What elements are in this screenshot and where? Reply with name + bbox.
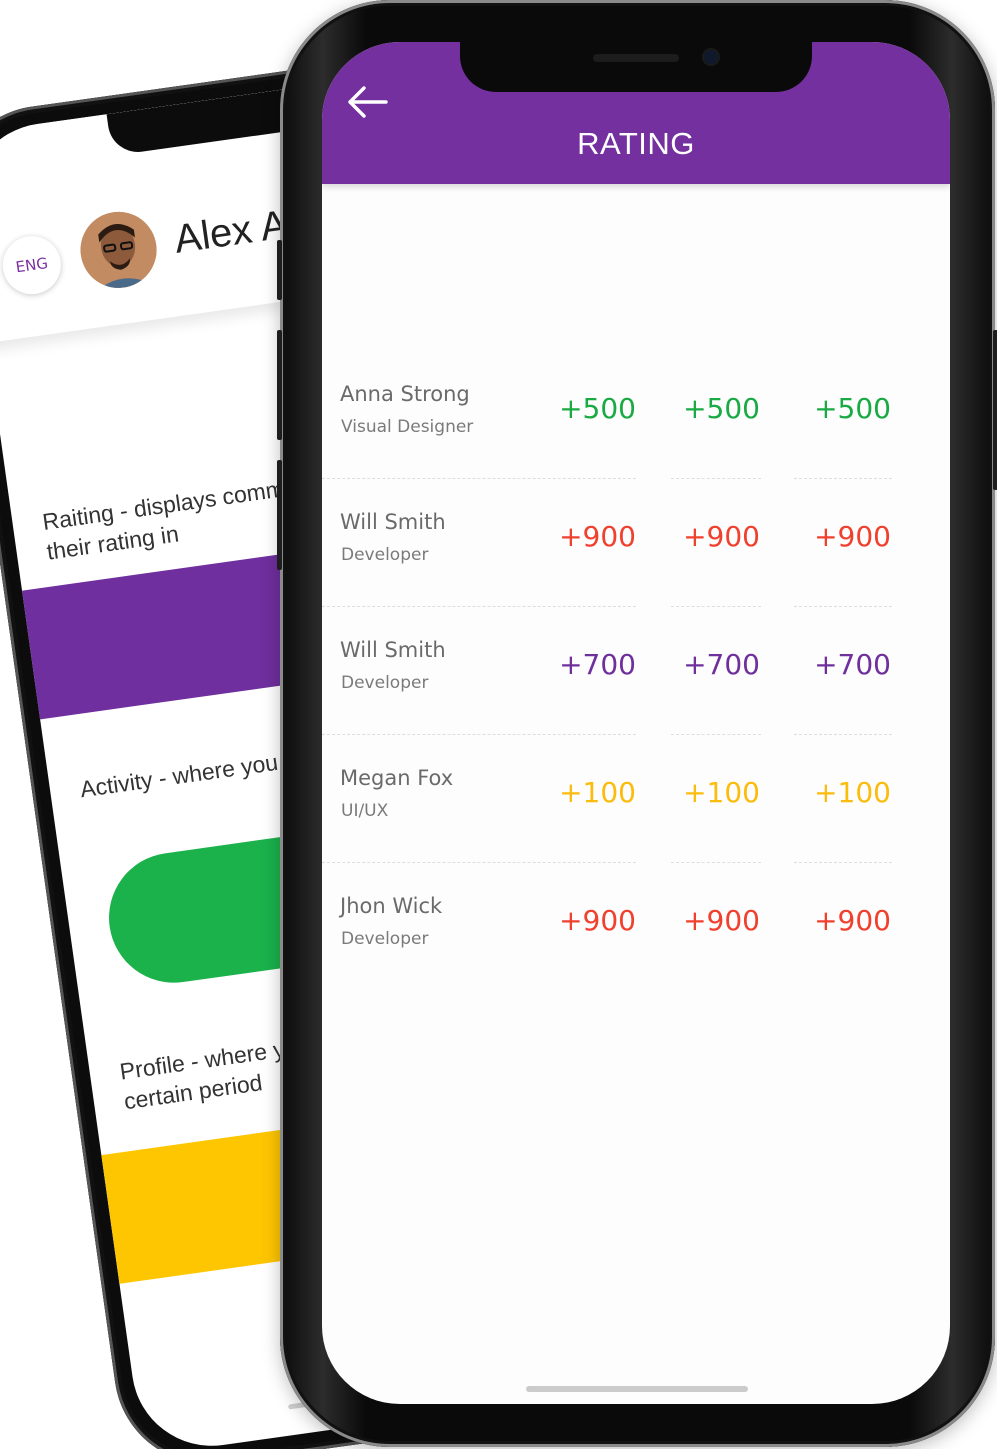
- speaker: [593, 54, 679, 62]
- score-1: +900: [559, 520, 636, 553]
- side-button: [277, 240, 282, 300]
- power-button: [993, 330, 997, 490]
- page-title: RATING: [577, 126, 695, 161]
- score-1: +500: [559, 392, 636, 425]
- score-2: +100: [683, 776, 760, 809]
- volume-up-button: [277, 330, 282, 440]
- person-role: Developer: [341, 929, 429, 949]
- table-row[interactable]: Will Smith Developer +900 +900 +900: [322, 466, 950, 607]
- arrow-left-icon[interactable]: [344, 82, 390, 122]
- person-role: Visual Designer: [341, 417, 474, 437]
- person-role: UI/UX: [341, 801, 389, 821]
- person-name: Jhon Wick: [340, 894, 443, 918]
- rating-list: Anna Strong Visual Designer +500 +500 +5…: [322, 338, 950, 978]
- front-phone: RATING Anna Strong Visual Designer +500 …: [277, 0, 997, 1447]
- score-2: +700: [683, 648, 760, 681]
- table-row[interactable]: Anna Strong Visual Designer +500 +500 +5…: [322, 338, 950, 479]
- camera-icon: [704, 50, 718, 64]
- score-2: +500: [683, 392, 760, 425]
- person-role: Developer: [341, 545, 429, 565]
- table-row[interactable]: Jhon Wick Developer +900 +900 +900: [322, 850, 950, 978]
- score-3: +900: [814, 520, 891, 553]
- person-role: Developer: [341, 673, 429, 693]
- score-2: +900: [683, 520, 760, 553]
- table-row[interactable]: Megan Fox UI/UX +100 +100 +100: [322, 722, 950, 863]
- score-3: +100: [814, 776, 891, 809]
- person-name: Will Smith: [340, 510, 446, 534]
- score-2: +900: [683, 904, 760, 937]
- score-3: +700: [814, 648, 891, 681]
- home-indicator[interactable]: [526, 1386, 748, 1392]
- language-badge[interactable]: ENG: [0, 232, 65, 298]
- notch: [460, 42, 812, 92]
- person-name: Megan Fox: [340, 766, 454, 790]
- score-1: +100: [559, 776, 636, 809]
- score-3: +500: [814, 392, 891, 425]
- score-3: +900: [814, 904, 891, 937]
- score-1: +700: [559, 648, 636, 681]
- volume-down-button: [277, 460, 282, 570]
- avatar: [75, 206, 162, 293]
- avatar-image: [75, 206, 162, 293]
- front-phone-screen: RATING Anna Strong Visual Designer +500 …: [322, 42, 950, 1404]
- score-1: +900: [559, 904, 636, 937]
- person-name: Anna Strong: [340, 382, 470, 406]
- table-row[interactable]: Will Smith Developer +700 +700 +700: [322, 594, 950, 735]
- person-name: Will Smith: [340, 638, 446, 662]
